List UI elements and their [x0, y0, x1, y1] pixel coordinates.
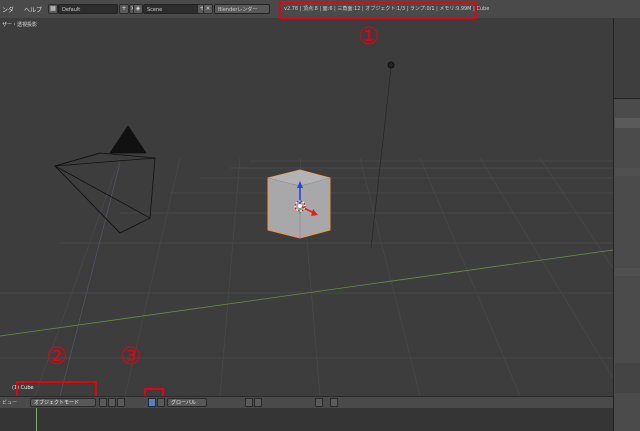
scene-icon[interactable]: ◈: [133, 4, 143, 14]
add-layout-icon[interactable]: +: [119, 4, 129, 14]
annotation-box-1: [279, 2, 477, 19]
annotation-number-1: ①: [358, 22, 380, 50]
properties-panel[interactable]: [613, 18, 640, 431]
screen-layout-icon[interactable]: ▦: [48, 4, 58, 14]
interaction-mode-select[interactable]: オブジェクトモード: [30, 398, 96, 407]
scene-field[interactable]: Scene: [143, 4, 203, 14]
annotation-number-3: ③: [120, 342, 142, 370]
lamp-object: [370, 61, 395, 249]
viewport-scene: [0, 61, 613, 396]
viewport-shading-icon[interactable]: [99, 398, 107, 407]
remove-scene-icon[interactable]: ×: [203, 4, 213, 14]
render-panel-header[interactable]: [615, 168, 640, 176]
3d-viewport[interactable]: ザー・透視投影 (1) Cube: [0, 18, 613, 396]
pivot-point-icon[interactable]: [108, 398, 116, 407]
timeline-area[interactable]: [0, 408, 613, 431]
output-panel[interactable]: [615, 363, 640, 393]
layer-buttons[interactable]: [245, 398, 253, 407]
screen-layout-field[interactable]: Default: [58, 4, 118, 14]
view-menu[interactable]: ビュー: [2, 399, 17, 406]
view-name-label: ザー・透視投影: [2, 22, 38, 28]
current-frame-line: [36, 408, 37, 431]
menu-render[interactable]: ンダ: [2, 5, 14, 14]
dimensions-panel-header[interactable]: [615, 268, 640, 276]
layer-buttons-2[interactable]: [254, 398, 262, 407]
cube-object: [267, 169, 331, 239]
rotate-manipulator-icon[interactable]: [157, 398, 165, 407]
render-preview-icon[interactable]: [330, 398, 338, 407]
outliner[interactable]: [614, 18, 640, 99]
transform-orientation-select[interactable]: グローバル: [167, 398, 207, 407]
manipulator-toggle-icon[interactable]: [117, 398, 125, 407]
camera-object: [54, 125, 156, 234]
annotation-number-2: ②: [46, 342, 68, 370]
translate-manipulator-icon[interactable]: [148, 398, 156, 407]
snap-icon[interactable]: [315, 398, 323, 407]
menu-help[interactable]: ヘルプ: [24, 5, 42, 14]
render-engine-select[interactable]: Blenderレンダー: [214, 4, 270, 14]
properties-tabs[interactable]: [615, 118, 640, 128]
